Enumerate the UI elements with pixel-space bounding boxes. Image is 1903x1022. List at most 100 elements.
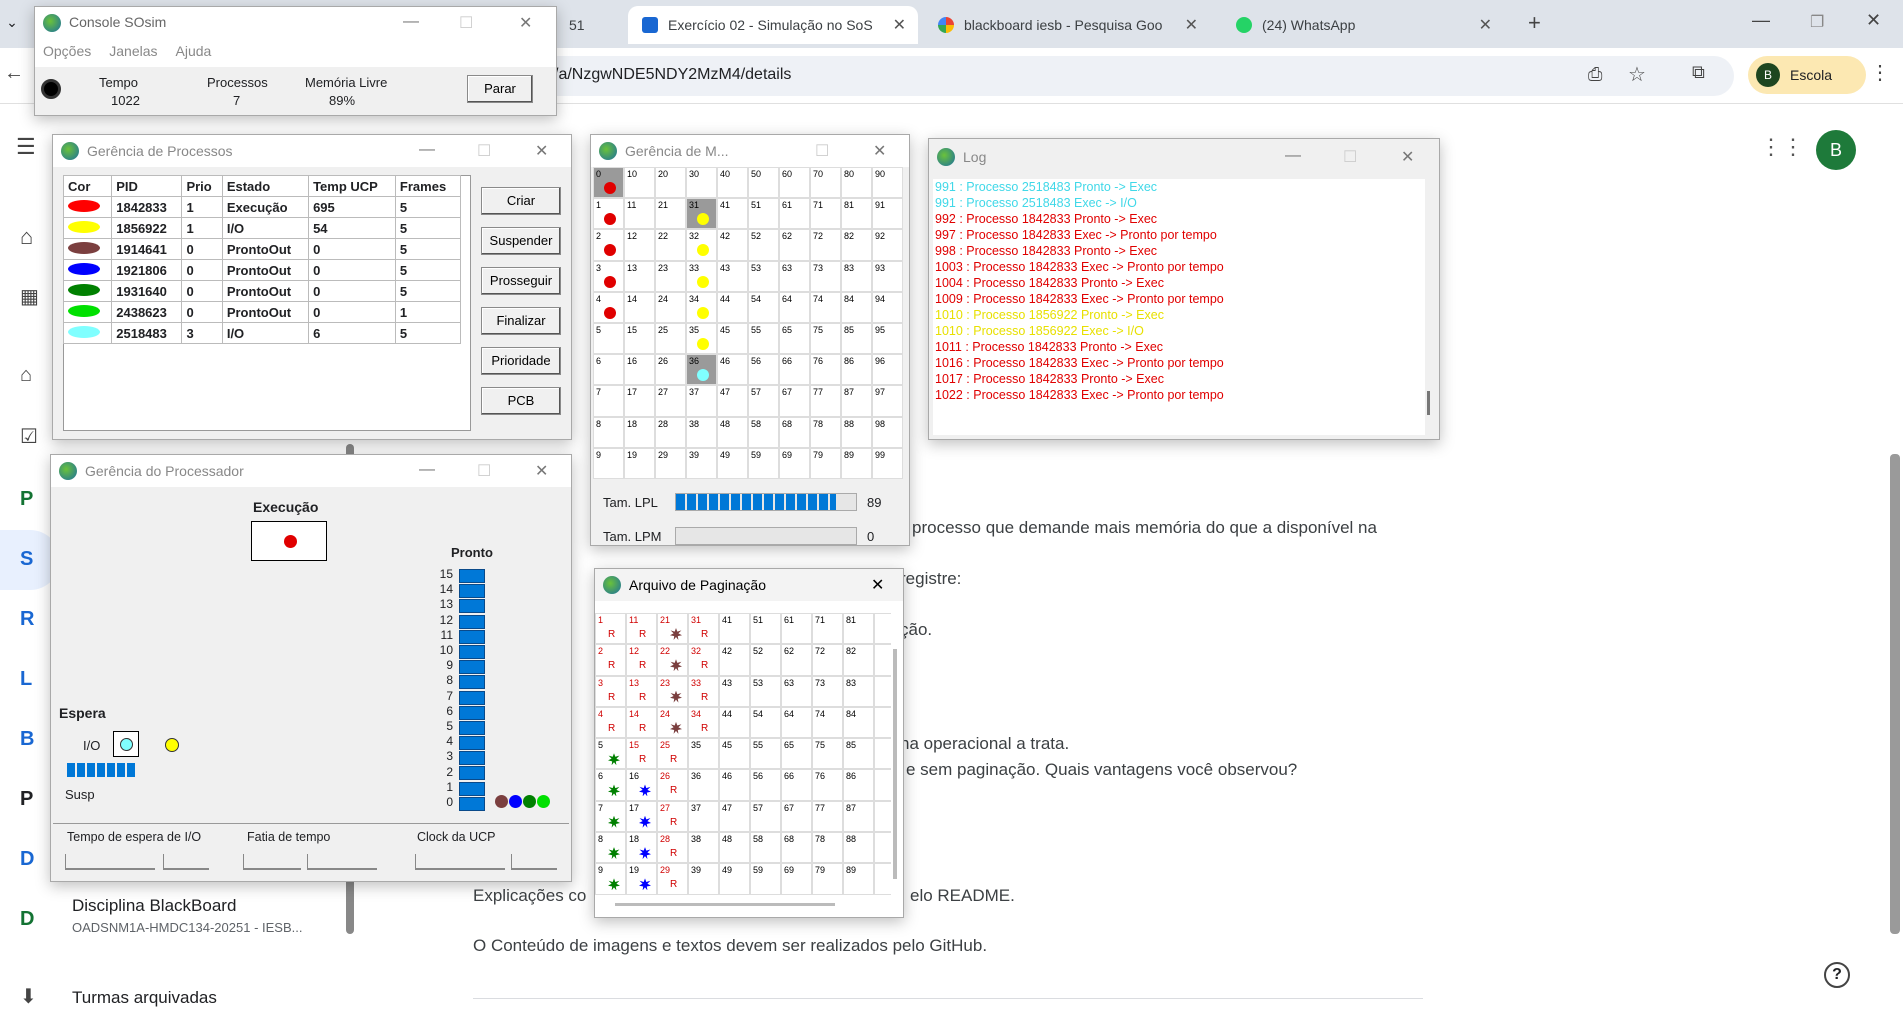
sidebar-class-d2[interactable]: D (20, 908, 34, 931)
tab-4[interactable]: (24) WhatsApp ✕ (1222, 6, 1504, 44)
maximize-icon[interactable]: ☐ (815, 141, 829, 161)
maximize-icon[interactable]: ☐ (459, 13, 473, 33)
close-icon[interactable]: ✕ (519, 13, 532, 33)
close-icon[interactable]: ✕ (535, 461, 548, 481)
table-row[interactable]: 1914641 0 ProntoOut 0 5 (62, 238, 462, 260)
table-row[interactable]: 1921806 0 ProntoOut 0 5 (62, 259, 462, 281)
sidebar-class-s[interactable]: S (20, 548, 33, 571)
time-slice-field[interactable] (307, 854, 377, 870)
minimize-icon[interactable]: — (419, 141, 435, 159)
calendar-icon[interactable]: ▦ (20, 284, 39, 309)
io-wait-field[interactable] (163, 854, 209, 870)
stop-button[interactable]: Parar (467, 75, 533, 103)
close-icon[interactable]: ✕ (873, 141, 886, 161)
memoria-value: 89% (329, 93, 356, 108)
sidebar-course-title[interactable]: Disciplina BlackBoard (72, 896, 236, 916)
hamburger-icon[interactable]: ☰ (16, 134, 36, 160)
install-icon[interactable]: ⎙ (1588, 64, 1602, 85)
page-slot: 39 (688, 863, 719, 895)
frame-number: 84 (844, 293, 855, 304)
paging-vscroll[interactable] (893, 649, 897, 879)
queue-dot (537, 795, 550, 808)
table-row[interactable]: 1856922 1 I/O 54 5 (62, 217, 462, 239)
sidebar-class-b[interactable]: B (20, 728, 34, 751)
table-row[interactable]: 2438623 0 ProntoOut 0 1 (62, 301, 462, 323)
log-scroll-thumb[interactable] (1427, 391, 1430, 415)
archived-classes-link[interactable]: Turmas arquivadas (72, 988, 217, 1008)
memory-frame: 39 (686, 447, 717, 479)
star-icon[interactable]: ☆ (1628, 62, 1646, 87)
profile-button[interactable]: B Escola (1748, 56, 1866, 94)
minimize-icon[interactable]: — (1285, 147, 1301, 165)
tab-1[interactable]: 51 (555, 6, 625, 44)
close-icon[interactable]: ✕ (1401, 147, 1414, 167)
table-row[interactable]: 2518483 3 I/O 6 5 (62, 322, 462, 344)
tab-list-button[interactable]: ⌄ (0, 14, 24, 38)
page-slot: 83 (843, 675, 874, 707)
close-icon[interactable]: ✕ (871, 575, 884, 595)
close-window-icon[interactable]: ✕ (1866, 10, 1881, 31)
table-row[interactable]: 1842833 1 Execução 695 5 (62, 196, 462, 218)
memory-frame: 72 (810, 229, 841, 261)
tab-3[interactable]: blackboard iesb - Pesquisa Goo ✕ (924, 6, 1210, 44)
sidebar-class-r[interactable]: R (20, 608, 34, 631)
suspend-button[interactable]: Suspender (481, 227, 561, 255)
col-cor: Cor (62, 175, 113, 197)
create-button[interactable]: Criar (481, 187, 561, 215)
todo-icon[interactable]: ☑ (20, 424, 38, 449)
close-icon[interactable]: ✕ (1185, 15, 1198, 35)
close-icon[interactable]: ✕ (535, 141, 548, 161)
sidebar-class-p2[interactable]: P (20, 788, 33, 811)
sidebar-class-d[interactable]: D (20, 848, 34, 871)
close-icon[interactable]: ✕ (893, 15, 906, 35)
menu-janelas[interactable]: Janelas (109, 43, 157, 59)
new-tab-icon[interactable]: + (1528, 10, 1541, 36)
restore-icon[interactable]: ❐ (1810, 12, 1824, 32)
log-text-area[interactable]: 991 : Processo 2518483 Pronto -> Exec 991… (933, 179, 1425, 435)
maximize-icon[interactable]: ☐ (477, 141, 491, 161)
page-r-mark: R (639, 691, 647, 703)
extensions-icon[interactable]: ⧉ (1692, 62, 1705, 83)
cpu-clock-slider[interactable] (415, 854, 505, 870)
pcb-button[interactable]: PCB (481, 387, 561, 415)
table-row[interactable]: 1931640 0 ProntoOut 0 5 (62, 280, 462, 302)
sidebar-class-l[interactable]: L (20, 668, 32, 691)
frame-number: 54 (751, 293, 762, 304)
apps-icon[interactable]: ⋮⋮ (1760, 134, 1804, 160)
menu-opcoes[interactable]: Opções (43, 43, 91, 59)
frame-number: 19 (627, 449, 638, 460)
page-number: 16 (629, 771, 640, 782)
page-number: 32 (691, 646, 702, 657)
archive-icon[interactable]: ⬇ (20, 984, 37, 1009)
page-scrollbar[interactable] (1890, 454, 1900, 934)
close-icon[interactable]: ✕ (1479, 15, 1492, 35)
teaching-icon[interactable]: ⌂ (20, 364, 32, 387)
process-color-cell (62, 259, 113, 281)
menu-ajuda[interactable]: Ajuda (176, 43, 212, 59)
cpu-clock-field[interactable] (511, 854, 557, 870)
memory-frame: 2 (593, 229, 624, 261)
frame-number: 91 (875, 200, 886, 211)
sidebar-class-p[interactable]: P (20, 488, 33, 511)
minimize-icon[interactable]: — (419, 461, 435, 479)
priority-button[interactable]: Prioridade (481, 347, 561, 375)
finish-button[interactable]: Finalizar (481, 307, 561, 335)
menu-icon[interactable]: ⋮ (1870, 60, 1890, 85)
help-icon[interactable]: ? (1824, 962, 1850, 988)
queue-slot (459, 675, 485, 690)
resume-button[interactable]: Prosseguir (481, 267, 561, 295)
account-avatar[interactable]: B (1816, 130, 1856, 170)
queue-slot-number: 1 (446, 779, 453, 794)
io-wait-slider[interactable] (65, 854, 155, 870)
time-slice-slider[interactable] (243, 854, 301, 870)
minimize-icon[interactable]: — (403, 13, 419, 31)
maximize-icon[interactable]: ☐ (477, 461, 491, 481)
minimize-icon[interactable]: — (1752, 10, 1770, 31)
tab-2[interactable]: Exercício 02 - Simulação no SoS ✕ (628, 6, 918, 44)
back-icon[interactable]: ← (4, 62, 24, 85)
home-icon[interactable]: ⌂ (20, 224, 33, 250)
paging-hscroll[interactable] (615, 903, 835, 906)
memory-frame: 25 (655, 322, 686, 355)
maximize-icon[interactable]: ☐ (1343, 147, 1357, 167)
page-slot: 45 (719, 738, 750, 770)
